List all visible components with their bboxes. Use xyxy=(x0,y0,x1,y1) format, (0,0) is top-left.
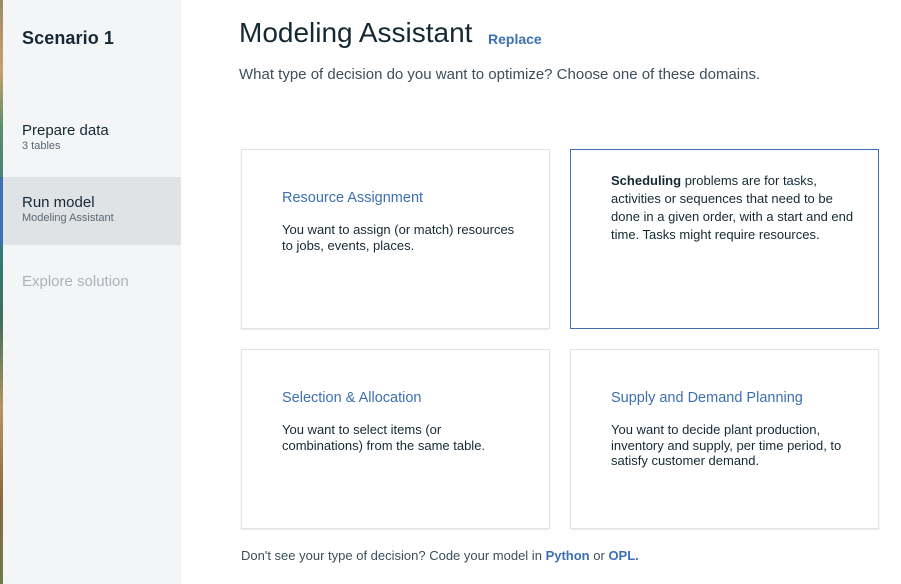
card-title: Supply and Demand Planning xyxy=(611,390,803,406)
domain-card-selection-allocation[interactable]: Selection & Allocation You want to selec… xyxy=(241,349,550,529)
sidebar-item-prepare-data[interactable]: Prepare data 3 tables xyxy=(3,122,181,166)
page-title: Modeling Assistant xyxy=(239,17,473,48)
footer-or-text: or xyxy=(593,548,605,563)
opl-link[interactable]: OPL. xyxy=(608,548,638,563)
sidebar-item-label: Prepare data xyxy=(22,122,109,139)
card-description: You want to select items (or combination… xyxy=(282,422,486,453)
sidebar-item-run-model[interactable]: Run model Modeling Assistant xyxy=(0,177,181,245)
card-description: You want to assign (or match) resources … xyxy=(282,222,515,253)
sidebar-item-label: Run model xyxy=(22,194,95,211)
card-description-block: Scheduling problems are for tasks, activ… xyxy=(611,172,861,244)
sidebar-item-sublabel: 3 tables xyxy=(22,140,61,152)
sidebar: Scenario 1 Prepare data 3 tables Run mod… xyxy=(0,0,181,584)
card-title: Resource Assignment xyxy=(282,190,424,206)
replace-link[interactable]: Replace xyxy=(488,31,542,47)
card-title: Selection & Allocation xyxy=(282,390,422,406)
card-title: Scheduling xyxy=(611,173,682,188)
footer-note: Don't see your type of decision? Code yo… xyxy=(241,548,639,563)
domain-card-scheduling[interactable]: Scheduling problems are for tasks, activ… xyxy=(570,149,879,329)
page-subtitle: What type of decision do you want to opt… xyxy=(239,66,761,83)
scenario-title: Scenario 1 xyxy=(22,28,115,48)
domain-card-supply-demand-planning[interactable]: Supply and Demand Planning You want to d… xyxy=(570,349,879,529)
python-link[interactable]: Python xyxy=(546,548,590,563)
sidebar-item-explore-solution: Explore solution xyxy=(3,273,181,295)
footer-text: Don't see your type of decision? Code yo… xyxy=(241,548,542,563)
sidebar-item-sublabel: Modeling Assistant xyxy=(22,212,114,224)
domain-card-resource-assignment[interactable]: Resource Assignment You want to assign (… xyxy=(241,149,550,329)
card-description: You want to decide plant production, inv… xyxy=(611,422,842,468)
sidebar-item-label: Explore solution xyxy=(22,273,129,290)
